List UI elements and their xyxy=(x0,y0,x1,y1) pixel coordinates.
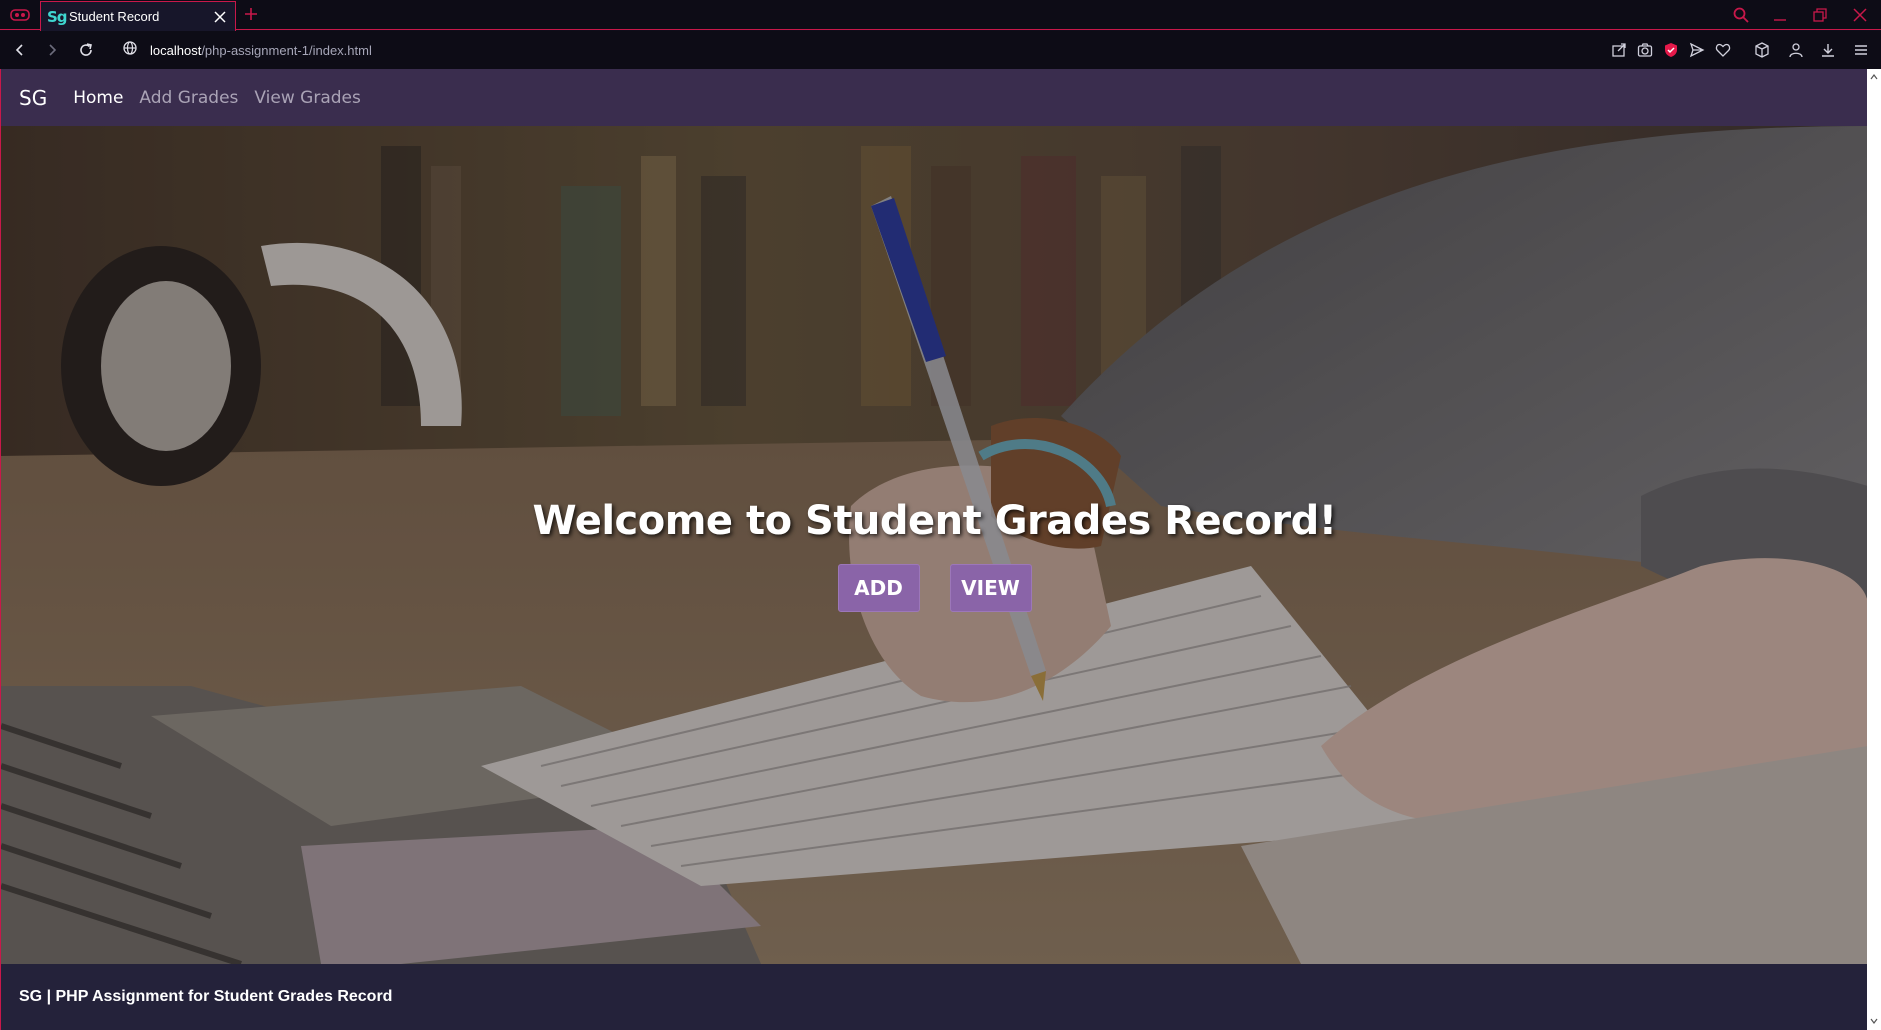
browser-tab-bar: Sg Student Record xyxy=(0,0,1881,31)
restore-icon[interactable] xyxy=(1806,3,1834,27)
close-window-icon[interactable] xyxy=(1846,3,1874,27)
tab-close-icon[interactable] xyxy=(209,6,231,28)
back-icon[interactable] xyxy=(8,38,32,62)
site-footer: SG | PHP Assignment for Student Grades R… xyxy=(1,964,1867,1030)
hero-button-group: ADD VIEW xyxy=(1,564,1867,612)
site-navbar: SG Home Add Grades View Grades xyxy=(1,69,1867,126)
nav-add-grades[interactable]: Add Grades xyxy=(139,88,238,108)
forward-icon[interactable] xyxy=(40,38,64,62)
menu-icon[interactable] xyxy=(1851,40,1871,60)
minimize-icon[interactable] xyxy=(1766,3,1794,27)
globe-icon xyxy=(122,40,138,61)
tab-favicon-icon: Sg xyxy=(47,7,68,26)
url-host: localhost xyxy=(150,42,202,58)
new-tab-icon[interactable] xyxy=(240,3,262,25)
hero-title: Welcome to Student Grades Record! xyxy=(532,498,1337,544)
browser-address-bar: localhost/php-assignment-1/index.html xyxy=(0,31,1881,69)
heart-icon[interactable] xyxy=(1713,40,1733,60)
tab-title: Student Record xyxy=(69,9,160,24)
nav-home[interactable]: Home xyxy=(73,88,123,108)
account-icon[interactable] xyxy=(1786,40,1806,60)
reload-icon[interactable] xyxy=(74,38,98,62)
browser-tab[interactable]: Sg Student Record xyxy=(40,1,236,31)
cube-icon[interactable] xyxy=(1752,40,1772,60)
url-field[interactable]: localhost/php-assignment-1/index.html xyxy=(122,36,822,64)
hero-content: Welcome to Student Grades Record! ADD VI… xyxy=(1,498,1867,612)
site-brand[interactable]: SG xyxy=(19,86,47,110)
view-button[interactable]: VIEW xyxy=(949,564,1032,612)
scroll-up-icon[interactable] xyxy=(1870,73,1878,81)
send-icon[interactable] xyxy=(1687,40,1707,60)
shield-icon[interactable] xyxy=(1661,40,1681,60)
page-viewport: SG Home Add Grades View Grades Welcome t… xyxy=(0,69,1867,1030)
hero-section: Welcome to Student Grades Record! ADD VI… xyxy=(1,126,1867,964)
search-tabs-icon[interactable] xyxy=(1727,3,1755,27)
url-path: /php-assignment-1/index.html xyxy=(201,42,372,58)
download-icon[interactable] xyxy=(1818,40,1838,60)
nav-view-grades[interactable]: View Grades xyxy=(254,88,360,108)
camera-icon[interactable] xyxy=(1635,40,1655,60)
scroll-down-icon[interactable] xyxy=(1870,1017,1878,1025)
browser-menu-icon[interactable] xyxy=(8,6,32,24)
vertical-scrollbar[interactable] xyxy=(1867,69,1881,1030)
add-button[interactable]: ADD xyxy=(837,564,920,612)
footer-text: SG | PHP Assignment for Student Grades R… xyxy=(19,988,393,1005)
share-icon[interactable] xyxy=(1609,40,1629,60)
